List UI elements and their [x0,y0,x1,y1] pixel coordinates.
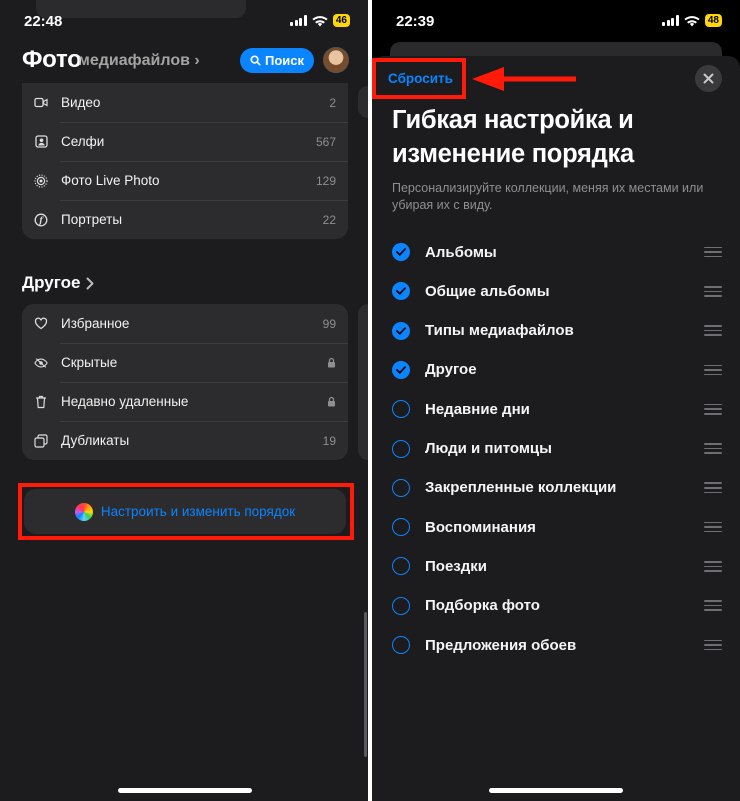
collection-option[interactable]: Предложения обоев [392,633,722,657]
avatar[interactable] [323,47,349,73]
photos-library-screen: 22:48 46 Фото медиафайлов › Поиск Видео … [0,0,368,801]
collection-option-label: Подборка фото [425,597,540,615]
collection-option-label: Закрепленные коллекции [425,479,617,497]
adjacent-card-edge [358,304,368,460]
lock-icon [328,396,335,407]
cellular-signal-icon [290,15,307,26]
background-card-peek [390,42,722,56]
collection-option[interactable]: Типы медиафайлов [392,319,722,343]
checkmark-circle-icon[interactable] [392,360,410,379]
empty-circle-icon[interactable] [392,400,410,419]
page-title: Фото [22,46,82,73]
collection-option[interactable]: Другое [392,358,722,382]
drag-handle-icon[interactable] [704,561,722,572]
live-photo-icon [34,173,48,188]
list-item[interactable]: Селфи 567 [22,122,348,161]
collection-option-label: Воспоминания [425,518,536,536]
status-bar: 22:48 46 [0,0,368,44]
close-button[interactable] [695,65,722,92]
collection-option[interactable]: Закрепленные коллекции [392,476,722,500]
heart-icon [34,317,48,331]
home-indicator[interactable] [118,788,252,793]
collection-option[interactable]: Общие альбомы [392,279,722,303]
collection-option[interactable]: Воспоминания [392,515,722,539]
customize-sheet-screen: 22:39 48 Сбросить Гибкая настройка и изм… [372,0,740,801]
adjacent-card-edge [358,86,368,118]
collection-option-label: Типы медиафайлов [425,322,574,340]
highlight-box [372,58,466,99]
highlight-box [18,483,354,540]
empty-circle-icon[interactable] [392,596,410,615]
list-item[interactable]: Недавно удаленные [22,382,348,421]
collection-option-label: Поездки [425,557,487,575]
portrait-icon: f [34,213,48,227]
battery-indicator: 48 [704,14,722,27]
selfie-icon [34,135,48,149]
other-list: Избранное 99 Скрытые Недавно удаленные Д… [22,304,348,460]
drag-handle-icon[interactable] [704,482,722,494]
checkmark-circle-icon[interactable] [392,321,410,340]
media-types-list: Видео 2 Селфи 567 Фото Live Photo 129 f … [22,83,348,239]
empty-circle-icon[interactable] [392,636,410,654]
sheet-title: Гибкая настройка и изменение порядка [392,106,634,168]
duplicate-icon [34,433,48,448]
cellular-signal-icon [662,15,679,26]
collection-option-label: Люди и питомцы [425,440,552,457]
search-button[interactable]: Поиск [240,48,314,73]
list-item[interactable]: f Портреты 22 [22,200,348,239]
drag-handle-icon[interactable] [704,600,722,612]
list-item[interactable]: Дубликаты 19 [22,421,348,460]
video-icon [34,96,48,110]
drag-handle-icon[interactable] [704,639,722,651]
drag-handle-icon[interactable] [704,521,722,533]
svg-text:f: f [38,215,44,225]
close-icon [703,73,714,84]
collection-option[interactable]: Недавние дни [392,397,722,421]
list-item[interactable]: Скрытые [22,343,348,382]
collection-option-label: Предложения обоев [425,636,577,654]
battery-indicator: 46 [332,14,350,27]
drag-handle-icon[interactable] [704,443,722,454]
collection-option[interactable]: Люди и питомцы [392,437,722,461]
wifi-icon [684,15,700,26]
checkmark-circle-icon[interactable] [392,282,410,301]
collection-option[interactable]: Подборка фото [392,594,722,618]
home-indicator[interactable] [489,788,623,793]
status-time: 22:39 [396,13,435,30]
empty-circle-icon[interactable] [392,439,410,458]
empty-circle-icon[interactable] [392,478,410,497]
empty-circle-icon[interactable] [392,518,410,537]
eye-slash-icon [34,356,48,370]
checkmark-circle-icon[interactable] [392,243,410,261]
collection-option-label: Недавние дни [425,400,530,418]
drag-handle-icon[interactable] [704,285,722,297]
wifi-icon [312,15,328,26]
status-bar: 22:39 48 [372,0,740,44]
collection-option-label: Общие альбомы [425,282,550,300]
status-time: 22:48 [24,13,63,30]
annotation-arrow [472,67,576,91]
collection-option[interactable]: Поездки [392,554,722,578]
list-item[interactable]: Фото Live Photo 129 [22,161,348,200]
lock-icon [328,357,335,368]
list-item[interactable]: Видео 2 [22,83,348,122]
scrollbar[interactable] [364,612,367,757]
drag-handle-icon[interactable] [704,325,722,336]
collection-option[interactable]: Альбомы [392,240,722,264]
drag-handle-icon[interactable] [704,364,722,376]
sheet-subtitle: Персонализируйте коллекции, меняя их мес… [392,181,704,212]
empty-circle-icon[interactable] [392,557,410,576]
collection-option-label: Альбомы [425,243,497,261]
drag-handle-icon[interactable] [704,403,722,415]
collapsed-section-title: медиафайлов › [78,52,200,69]
list-item[interactable]: Избранное 99 [22,304,348,343]
chevron-right-icon [86,277,94,289]
section-header-other[interactable]: Другое [22,273,94,293]
trash-icon [34,395,48,409]
drag-handle-icon[interactable] [704,246,722,258]
collection-option-label: Другое [425,361,477,379]
search-icon [250,55,261,66]
